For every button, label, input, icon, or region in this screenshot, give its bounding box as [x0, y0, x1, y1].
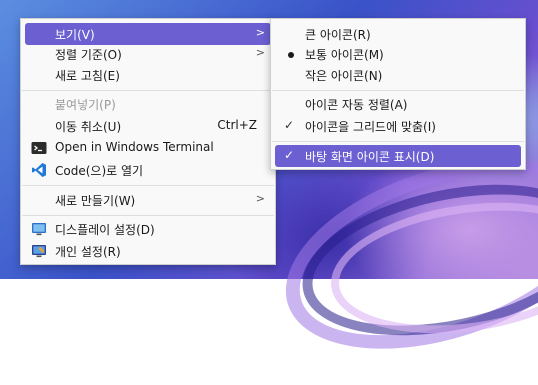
menu-item-personalize[interactable]: 개인 설정(R)	[25, 240, 271, 262]
menu-item-label: 아이콘 자동 정렬(A)	[305, 98, 408, 112]
menu-item-label: 보기(V)	[55, 28, 95, 42]
terminal-icon	[31, 140, 47, 156]
submenu-item-auto-arrange[interactable]: 아이콘 자동 정렬(A)	[275, 93, 521, 115]
submenu-item-small-icons[interactable]: 작은 아이콘(N)	[275, 64, 521, 86]
submenu-item-medium-icons[interactable]: 보통 아이콘(M)	[275, 43, 521, 65]
menu-item-label: Open in Windows Terminal	[55, 140, 214, 154]
menu-item-label: 바탕 화면 아이콘 표시(D)	[305, 150, 435, 164]
submenu-item-show-desktop-icons[interactable]: ✓ 바탕 화면 아이콘 표시(D)	[275, 145, 521, 167]
menu-item-new[interactable]: 새로 만들기(W) >	[25, 189, 271, 211]
menu-item-label: 디스플레이 설정(D)	[55, 223, 155, 237]
menu-item-label: 보통 아이콘(M)	[305, 48, 384, 62]
menu-item-refresh[interactable]: 새로 고침(E)	[25, 64, 271, 86]
menu-item-undo[interactable]: 이동 취소(U) Ctrl+Z	[25, 115, 271, 137]
menu-separator	[22, 215, 274, 216]
menu-separator	[22, 185, 274, 186]
menu-item-label: 작은 아이콘(N)	[305, 69, 383, 83]
menu-item-label: 이동 취소(U)	[55, 120, 122, 134]
menu-separator	[272, 141, 524, 142]
menu-item-shortcut: Ctrl+Z	[217, 118, 257, 132]
menu-item-view[interactable]: 보기(V) >	[25, 23, 271, 45]
menu-item-paste: 붙여넣기(P)	[25, 93, 271, 115]
submenu-item-align-to-grid[interactable]: ✓ 아이콘을 그리드에 맞춤(I)	[275, 115, 521, 137]
menu-item-label: 붙여넣기(P)	[55, 98, 116, 112]
desktop-context-menu: 보기(V) > 정렬 기준(O) > 새로 고침(E) 붙여넣기(P) 이동 취…	[20, 18, 276, 265]
menu-item-label: 정렬 기준(O)	[55, 48, 122, 62]
menu-item-open-terminal[interactable]: Open in Windows Terminal	[25, 137, 271, 159]
menu-item-open-code[interactable]: Code(으)로 열기	[25, 159, 271, 181]
menu-item-label: Code(으)로 열기	[55, 164, 144, 178]
menu-item-label: 개인 설정(R)	[55, 245, 121, 259]
radio-bullet-icon	[288, 52, 294, 58]
chevron-right-icon: >	[255, 192, 265, 205]
menu-item-display-settings[interactable]: 디스플레이 설정(D)	[25, 218, 271, 240]
chevron-right-icon: >	[255, 46, 265, 59]
display-icon	[31, 221, 47, 237]
chevron-right-icon: >	[255, 26, 265, 39]
checkmark-icon: ✓	[284, 148, 295, 162]
menu-item-label: 새로 만들기(W)	[55, 194, 136, 208]
submenu-item-large-icons[interactable]: 큰 아이콘(R)	[275, 23, 521, 45]
menu-item-label: 큰 아이콘(R)	[305, 28, 371, 42]
menu-item-label: 새로 고침(E)	[55, 69, 120, 83]
personalize-icon	[31, 243, 47, 259]
menu-separator	[272, 90, 524, 91]
view-submenu: 큰 아이콘(R) 보통 아이콘(M) 작은 아이콘(N) 아이콘 자동 정렬(A…	[270, 18, 526, 170]
checkmark-icon: ✓	[284, 118, 295, 132]
menu-separator	[22, 90, 274, 91]
vscode-icon	[31, 162, 47, 178]
menu-item-sort-by[interactable]: 정렬 기준(O) >	[25, 43, 271, 65]
menu-item-label: 아이콘을 그리드에 맞춤(I)	[305, 120, 436, 134]
